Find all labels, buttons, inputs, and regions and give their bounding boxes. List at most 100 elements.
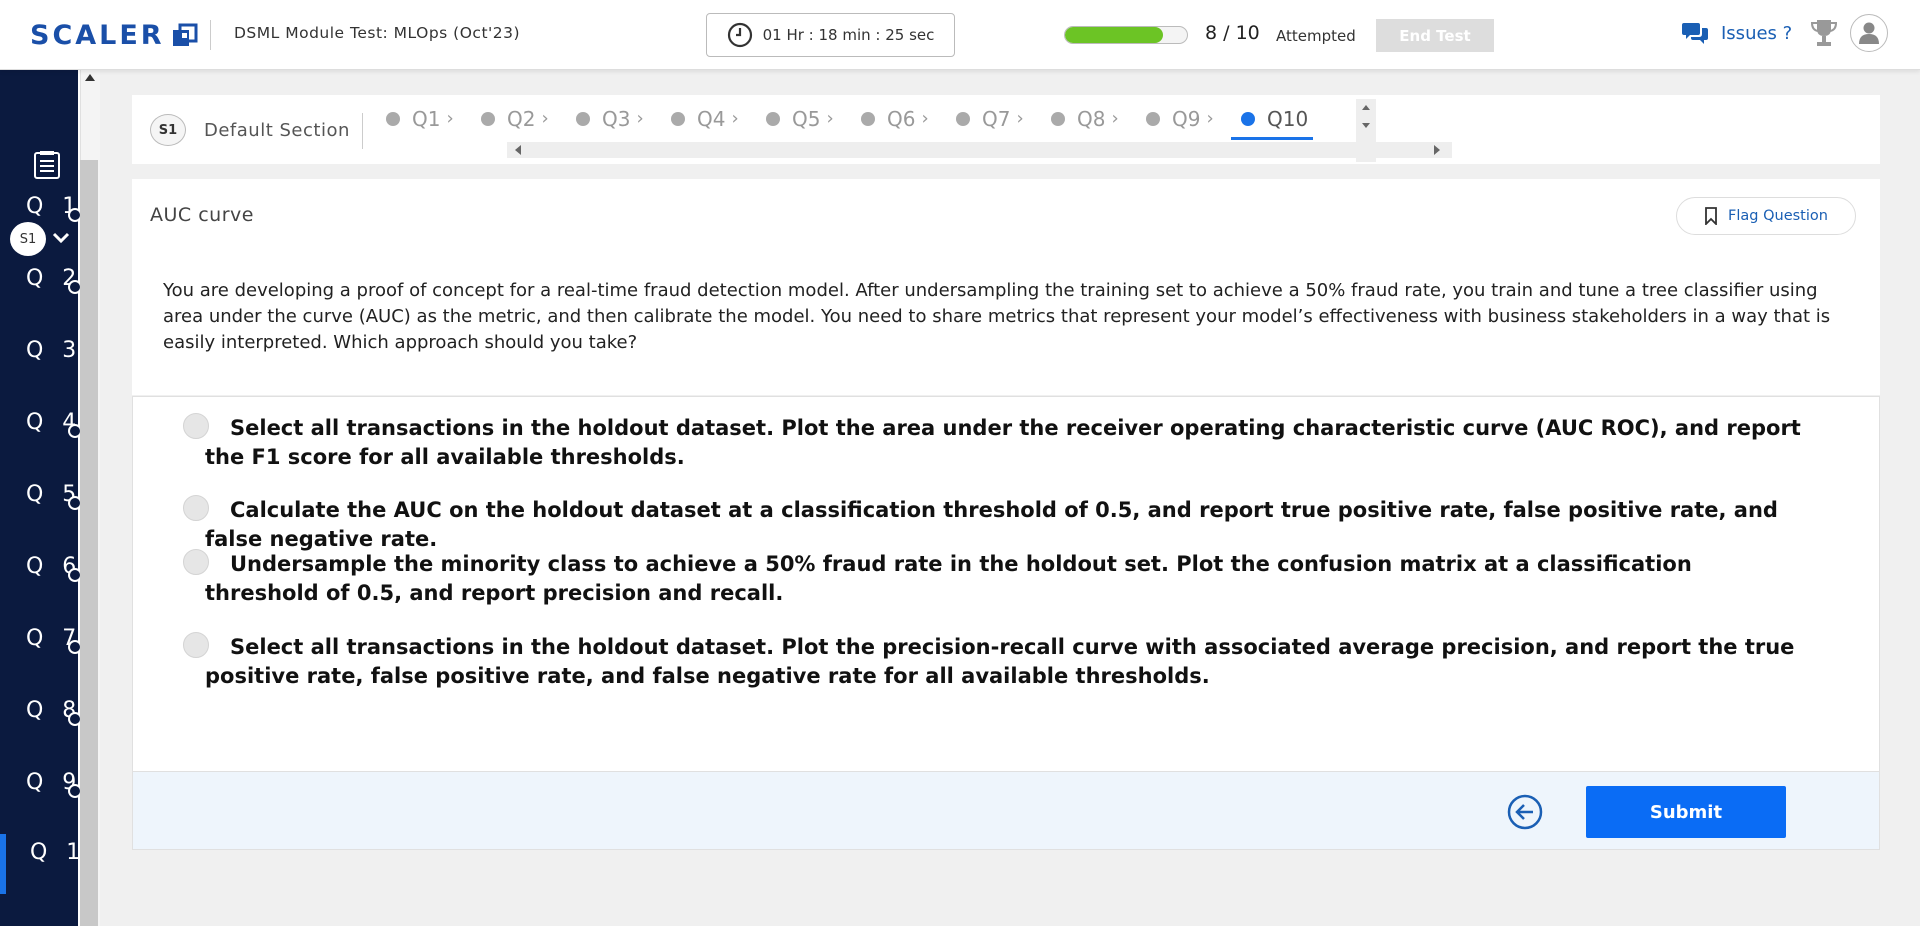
question-tabs: Q1 › Q2 › Q3 › Q4 › Q5 › Q6 › Q7 › Q8 › Q9 › Q10	[372, 95, 1332, 142]
scroll-up-icon[interactable]	[1362, 105, 1370, 110]
bookmark-icon	[1705, 207, 1717, 225]
scroll-right-icon[interactable]	[1434, 145, 1440, 155]
status-dot	[386, 111, 400, 126]
status-dot	[576, 111, 590, 126]
tab-q4[interactable]: Q4 ›	[657, 95, 752, 142]
tab-label: Q1	[412, 106, 441, 131]
question-text: You are developing a proof of concept fo…	[163, 280, 1831, 353]
sidebar-item-q10[interactable]: Q 10	[0, 834, 100, 894]
tab-label: Q5	[792, 106, 821, 131]
back-arrow-icon[interactable]	[1507, 794, 1543, 830]
tab-label: Q7	[982, 106, 1011, 131]
chevron-right-icon: ›	[446, 108, 454, 129]
attempted-progress-bar	[1064, 26, 1188, 44]
status-dot	[956, 111, 970, 126]
attempted-count: 8 / 10	[1205, 22, 1260, 44]
tabs-divider	[362, 113, 363, 149]
option-text[interactable]: Select all transactions in the holdout d…	[205, 633, 1805, 691]
issues-link[interactable]: Issues ?	[1681, 20, 1792, 46]
status-dot	[861, 111, 875, 126]
chevron-right-icon: ›	[826, 108, 834, 129]
tabs-horizontal-scrollbar[interactable]	[507, 142, 1452, 158]
sidebar-item-q5[interactable]: Q 5	[0, 476, 82, 536]
flag-question-button[interactable]: Flag Question	[1676, 197, 1856, 235]
chevron-right-icon: ›	[541, 108, 549, 129]
scaler-logo[interactable]: SCALER	[30, 20, 199, 51]
chevron-right-icon: ›	[1206, 108, 1214, 129]
end-test-button[interactable]: End Test	[1376, 19, 1494, 52]
option-text[interactable]: Select all transactions in the holdout d…	[205, 414, 1805, 472]
attempted-label: Attempted	[1276, 27, 1356, 45]
issues-label: Issues ?	[1721, 22, 1793, 44]
list-icon[interactable]	[32, 150, 62, 180]
tab-q3[interactable]: Q3 ›	[562, 95, 657, 142]
section-tabs-panel: S1 Default Section Q1 › Q2 › Q3 › Q4 › Q5 › Q…	[132, 95, 1880, 164]
tab-label: Q2	[507, 106, 536, 131]
logo-text: SCALER	[30, 20, 165, 51]
header-divider	[210, 20, 211, 50]
tab-q1[interactable]: Q1 ›	[372, 95, 467, 142]
tab-label: Q8	[1077, 106, 1106, 131]
question-card: AUC curve Flag Question You are developi…	[132, 179, 1880, 395]
sidebar-item-q3[interactable]: Q 3	[0, 332, 78, 392]
option-text[interactable]: Undersample the minority class to achiev…	[205, 550, 1805, 608]
chevron-right-icon: ›	[1016, 108, 1024, 129]
option-text[interactable]: Calculate the AUC on the holdout dataset…	[205, 496, 1805, 554]
tab-label: Q9	[1172, 106, 1201, 131]
scroll-left-icon[interactable]	[515, 145, 521, 155]
sidebar-item-q7[interactable]: Q 7	[0, 620, 82, 680]
scroll-up-icon[interactable]	[85, 74, 95, 81]
question-title: AUC curve	[150, 204, 254, 226]
answer-options: Select all transactions in the holdout d…	[132, 396, 1880, 772]
tab-label: Q6	[887, 106, 916, 131]
tab-q2[interactable]: Q2 ›	[467, 95, 562, 142]
submit-button[interactable]: Submit	[1586, 786, 1786, 838]
timer-text: 01 Hr : 18 min : 25 sec	[762, 26, 935, 44]
clock-icon	[727, 22, 752, 48]
sidebar-item-q8[interactable]: Q 8	[0, 692, 82, 752]
status-dot	[1241, 111, 1255, 126]
status-dot	[766, 111, 780, 126]
chevron-right-icon: ›	[636, 108, 644, 129]
status-dot	[1051, 111, 1065, 126]
sidebar-item-q2[interactable]: Q 2	[0, 260, 82, 320]
chat-icon	[1682, 23, 1708, 44]
status-dot	[671, 111, 685, 126]
tab-q8[interactable]: Q8 ›	[1037, 95, 1132, 142]
sidebar-item-q1[interactable]: Q 1	[0, 188, 82, 248]
sidebar: S1 Q 1 Q 2 Q 3 Q 4 Q 5 Q 6 Q 7 Q 8 Q 9 Q…	[0, 70, 100, 926]
flag-question-label: Flag Question	[1728, 208, 1828, 224]
tabs-vertical-scrollbar[interactable]	[1356, 99, 1376, 162]
scaler-logo-icon	[172, 23, 198, 46]
chevron-right-icon: ›	[1111, 108, 1119, 129]
sidebar-item-q9[interactable]: Q 9	[0, 764, 82, 824]
sidebar-item-label: Q 3	[26, 338, 83, 363]
tab-q10[interactable]: Q10	[1227, 95, 1322, 142]
tab-label: Q4	[697, 106, 726, 131]
section-badge: S1	[150, 114, 186, 146]
test-timer: 01 Hr : 18 min : 25 sec	[706, 13, 955, 57]
section-name: Default Section	[204, 120, 350, 141]
trophy-icon[interactable]	[1810, 18, 1838, 48]
status-dot	[481, 111, 495, 126]
tab-q5[interactable]: Q5 ›	[752, 95, 847, 142]
sidebar-item-q4[interactable]: Q 4	[0, 404, 82, 464]
active-indicator	[0, 834, 6, 894]
user-icon	[1859, 22, 1879, 44]
scroll-down-icon[interactable]	[1362, 123, 1370, 128]
question-navigator: S1 Q 1 Q 2 Q 3 Q 4 Q 5 Q 6 Q 7 Q 8 Q 9 Q…	[0, 70, 100, 926]
avatar[interactable]	[1850, 14, 1888, 52]
sidebar-item-q6[interactable]: Q 6	[0, 548, 82, 608]
tab-label: Q10	[1267, 106, 1309, 131]
tab-label: Q3	[602, 106, 631, 131]
chevron-right-icon: ›	[731, 108, 739, 129]
chevron-right-icon: ›	[921, 108, 929, 129]
status-dot	[1146, 111, 1160, 126]
sidebar-scroll-thumb[interactable]	[80, 160, 98, 926]
top-header: SCALER DSML Module Test: MLOps (Oct'23) …	[0, 0, 1920, 70]
tab-q6[interactable]: Q6 ›	[847, 95, 942, 142]
test-title: DSML Module Test: MLOps (Oct'23)	[234, 24, 521, 42]
tab-q7[interactable]: Q7 ›	[942, 95, 1037, 142]
tab-q9[interactable]: Q9 ›	[1132, 95, 1227, 142]
attempted-progress-fill	[1065, 27, 1163, 43]
